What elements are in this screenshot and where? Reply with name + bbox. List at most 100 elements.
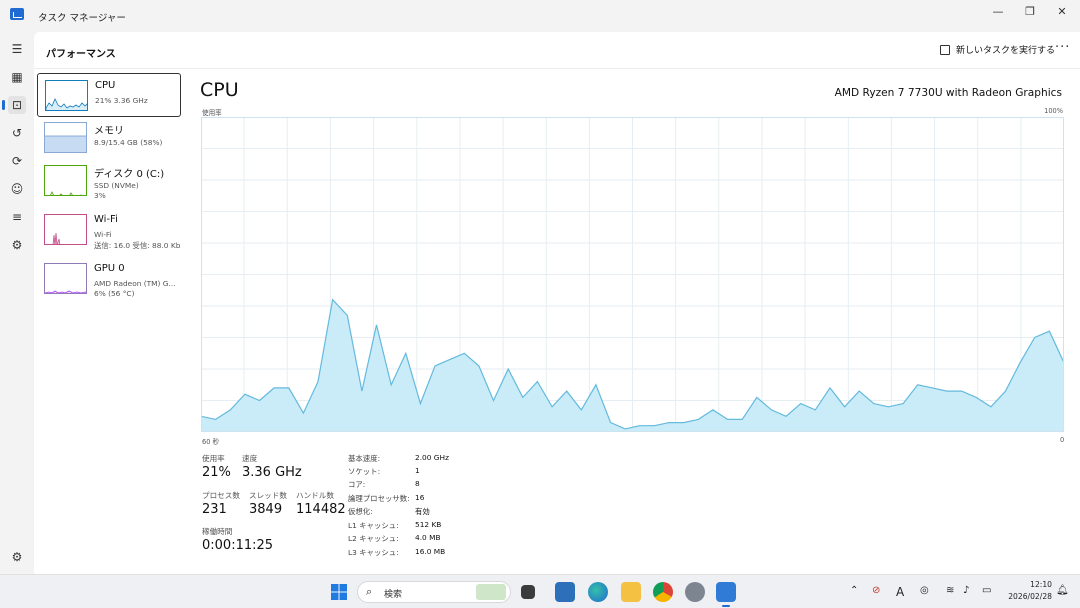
memory-thumb-fill	[45, 136, 86, 152]
search-icon: ⌕	[366, 585, 373, 598]
notification-bell-icon[interactable]: 🔔︎	[1056, 585, 1069, 596]
window-title: タスク マネージャー	[38, 13, 126, 24]
uptime-label: 稼働時間	[202, 527, 233, 536]
volume-icon[interactable]: ♪	[963, 585, 969, 596]
settings-icon[interactable]: ⚙	[8, 548, 26, 566]
details-icon[interactable]: ≡	[8, 208, 26, 226]
memory-thumbnail-graph	[44, 122, 87, 153]
threads-label: スレッド数	[249, 491, 287, 500]
processes-value: 231	[202, 502, 227, 517]
app-history-icon[interactable]: ↺	[8, 124, 26, 142]
startup-icon[interactable]: ⟳	[8, 152, 26, 170]
graph-y-label: 使用率	[202, 109, 222, 117]
disk-thumb-line	[50, 191, 82, 195]
spec-value: 8	[415, 479, 420, 488]
clock-time: 12:10	[1030, 580, 1052, 589]
resource-detail: SSD (NVMe)	[94, 181, 139, 190]
chrome-browser-icon[interactable]	[653, 582, 673, 602]
wifi-thumb-line	[52, 232, 61, 244]
spec-key: ソケット:	[348, 467, 381, 476]
security-status-icon[interactable]: ⊘	[872, 585, 880, 596]
spec-value: 2.00 GHz	[415, 453, 449, 462]
disk-thumbnail-graph	[44, 165, 87, 196]
search-placeholder: 検索	[384, 590, 403, 600]
ime-indicator[interactable]: A	[896, 585, 904, 599]
cpu-thumb-line	[46, 98, 87, 110]
cpu-heading: CPU	[200, 79, 239, 101]
spec-key: L2 キャッシュ:	[348, 534, 399, 543]
battery-icon[interactable]: ▭	[982, 585, 991, 596]
title-bar: タスク マネージャー — ❐ ✕	[0, 0, 1080, 32]
resource-name: Wi-Fi	[94, 214, 118, 225]
cpu-usage-svg	[201, 117, 1064, 432]
spec-value: 1	[415, 466, 420, 475]
resource-name: CPU	[95, 80, 116, 91]
resource-name: ディスク 0 (C:)	[94, 169, 165, 180]
run-task-icon	[940, 44, 950, 55]
run-task-label: 新しいタスクを実行する	[956, 46, 1056, 56]
show-hidden-icons-chevron-icon[interactable]: ⌃	[850, 585, 858, 596]
taskbar-clock[interactable]: 12:10 2026/02/28	[1008, 579, 1052, 603]
spec-value: 4.0 MB	[415, 533, 441, 542]
search-highlight-icon	[476, 584, 506, 600]
spec-key: 論理プロセッサ数:	[348, 494, 410, 503]
edge-browser-icon[interactable]	[588, 582, 608, 602]
page-title: パフォーマンス	[46, 49, 116, 60]
settings-app-icon[interactable]	[685, 582, 705, 602]
spec-value: 有効	[415, 507, 430, 516]
resource-name: GPU 0	[94, 263, 125, 274]
graph-x-start-label: 60 秒	[202, 438, 220, 446]
resource-item-cpu[interactable]: CPU 21% 3.36 GHz	[37, 73, 181, 117]
cpu-thumbnail-graph	[45, 80, 88, 111]
content-area: パフォーマンス 新しいタスクを実行する ··· CPU 21% 3.36 GHz…	[34, 32, 1080, 574]
gpu-thumbnail-graph	[44, 263, 87, 294]
more-options-button[interactable]: ···	[1055, 40, 1070, 55]
file-explorer-icon[interactable]	[621, 582, 641, 602]
resource-item-memory[interactable]: メモリ 8.9/15.4 GB (58%)	[37, 116, 181, 160]
speed-value: 3.36 GHz	[242, 465, 302, 480]
wifi-icon[interactable]: ≋	[946, 585, 954, 596]
taskbar: ⌕ 検索 ⌃ ⊘ A ◎ ≋ ♪ ▭ 12:10 2026/02/28 🔔︎	[0, 574, 1080, 608]
run-new-task-button[interactable]: 新しいタスクを実行する	[940, 43, 1055, 56]
navigation-rail: ☰ ▦ ⊡ ↺ ⟳ ☺ ≡ ⚙ ⚙	[0, 32, 34, 574]
resource-name: メモリ	[94, 126, 124, 137]
close-button[interactable]: ✕	[1045, 0, 1079, 28]
processes-icon[interactable]: ▦	[8, 68, 26, 86]
resource-detail: Wi-Fi	[94, 230, 112, 239]
hamburger-icon[interactable]: ☰	[8, 40, 26, 58]
services-icon[interactable]: ⚙	[8, 236, 26, 254]
handles-value: 114482	[296, 502, 346, 517]
restore-button[interactable]: ❐	[1013, 0, 1047, 28]
minimize-button[interactable]: —	[981, 0, 1015, 28]
usage-label: 使用率	[202, 454, 225, 463]
windows-logo-icon	[331, 584, 347, 600]
ime-mode-icon[interactable]: ◎	[920, 585, 929, 596]
resource-item-gpu[interactable]: GPU 0 AMD Radeon (TM) G... 6% (56 °C)	[37, 257, 181, 301]
threads-value: 3849	[249, 502, 283, 517]
resource-detail: 21% 3.36 GHz	[95, 96, 148, 105]
performance-icon[interactable]: ⊡	[2, 96, 26, 114]
resource-item-wifi[interactable]: Wi-Fi Wi-Fi 送信: 16.0 受信: 88.0 Kb	[37, 208, 181, 252]
app-icon-blue[interactable]	[555, 582, 575, 602]
cpu-usage-graph	[201, 117, 1064, 432]
uptime-value: 0:00:11:25	[202, 538, 274, 553]
resource-item-disk[interactable]: ディスク 0 (C:) SSD (NVMe) 3%	[37, 159, 181, 203]
spec-value: 16.0 MB	[415, 547, 446, 556]
header-divider	[34, 68, 1080, 69]
resource-detail: 8.9/15.4 GB (58%)	[94, 138, 163, 147]
start-button[interactable]	[329, 582, 349, 602]
resource-detail: 6% (56 °C)	[94, 289, 135, 298]
spec-value: 512 KB	[415, 520, 442, 529]
taskbar-search-box[interactable]: ⌕ 検索	[357, 581, 511, 603]
task-view-icon[interactable]	[521, 585, 535, 599]
task-manager-taskbar-icon[interactable]	[716, 582, 736, 607]
spec-key: 基本速度:	[348, 454, 381, 463]
spec-value: 16	[415, 493, 425, 502]
speed-label: 速度	[242, 454, 258, 463]
handles-label: ハンドル数	[296, 491, 334, 500]
task-manager-app-icon	[10, 8, 24, 20]
users-icon[interactable]: ☺	[8, 180, 26, 198]
gpu-thumb-line	[45, 290, 86, 293]
resource-detail: 送信: 16.0 受信: 88.0 Kb	[94, 241, 181, 250]
clock-date: 2026/02/28	[1008, 592, 1052, 601]
